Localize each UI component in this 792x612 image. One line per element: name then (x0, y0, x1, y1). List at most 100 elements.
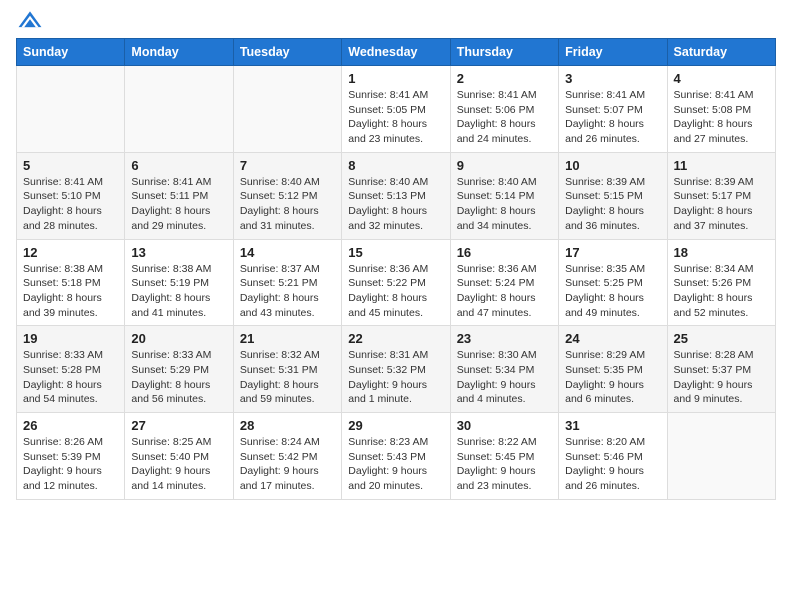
day-number: 6 (131, 158, 226, 173)
calendar-cell: 22 Sunrise: 8:31 AM Sunset: 5:32 PM Dayli… (342, 326, 450, 413)
day-number: 25 (674, 331, 769, 346)
day-info: Sunrise: 8:29 AM Sunset: 5:35 PM Dayligh… (565, 348, 660, 407)
calendar-week-row: 19Sunrise: 8:33 AM Sunset: 5:28 PM Dayli… (17, 326, 776, 413)
logo-icon (16, 10, 44, 30)
day-number: 11 (674, 158, 769, 173)
day-info: Sunrise: 8:38 AM Sunset: 5:18 PM Dayligh… (23, 262, 118, 321)
day-info: Sunrise: 8:32 AM Sunset: 5:31 PM Dayligh… (240, 348, 335, 407)
calendar-cell: 2 Sunrise: 8:41 AM Sunset: 5:06 PM Daylig… (450, 66, 558, 153)
calendar-cell: 3 Sunrise: 8:41 AM Sunset: 5:07 PM Daylig… (559, 66, 667, 153)
calendar-cell: 14 Sunrise: 8:37 AM Sunset: 5:21 PM Dayli… (233, 239, 341, 326)
day-info: Sunrise: 8:40 AM Sunset: 5:13 PM Dayligh… (348, 175, 443, 234)
day-number: 14 (240, 245, 335, 260)
calendar-cell: 25 Sunrise: 8:28 AM Sunset: 5:37 PM Dayli… (667, 326, 775, 413)
logo (16, 10, 48, 30)
day-info: Sunrise: 8:40 AM Sunset: 5:14 PM Dayligh… (457, 175, 552, 234)
day-of-week-header: Wednesday (342, 39, 450, 66)
day-number: 24 (565, 331, 660, 346)
calendar-cell: 7 Sunrise: 8:40 AM Sunset: 5:12 PM Daylig… (233, 152, 341, 239)
day-number: 2 (457, 71, 552, 86)
day-number: 5 (23, 158, 118, 173)
calendar-cell: 8Sunrise: 8:40 AM Sunset: 5:13 PM Daylig… (342, 152, 450, 239)
calendar-cell: 20Sunrise: 8:33 AM Sunset: 5:29 PM Dayli… (125, 326, 233, 413)
day-number: 23 (457, 331, 552, 346)
calendar: SundayMondayTuesdayWednesdayThursdayFrid… (16, 38, 776, 500)
day-number: 12 (23, 245, 118, 260)
day-number: 18 (674, 245, 769, 260)
day-number: 27 (131, 418, 226, 433)
calendar-week-row: 26Sunrise: 8:26 AM Sunset: 5:39 PM Dayli… (17, 413, 776, 500)
calendar-cell: 9Sunrise: 8:40 AM Sunset: 5:14 PM Daylig… (450, 152, 558, 239)
day-number: 10 (565, 158, 660, 173)
calendar-cell: 29 Sunrise: 8:23 AM Sunset: 5:43 PM Dayli… (342, 413, 450, 500)
calendar-cell: 24 Sunrise: 8:29 AM Sunset: 5:35 PM Dayli… (559, 326, 667, 413)
day-info: Sunrise: 8:37 AM Sunset: 5:21 PM Dayligh… (240, 262, 335, 321)
day-info: Sunrise: 8:20 AM Sunset: 5:46 PM Dayligh… (565, 435, 660, 494)
day-number: 19 (23, 331, 118, 346)
day-of-week-header: Thursday (450, 39, 558, 66)
day-number: 17 (565, 245, 660, 260)
day-info: Sunrise: 8:41 AM Sunset: 5:05 PM Dayligh… (348, 88, 443, 147)
page: SundayMondayTuesdayWednesdayThursdayFrid… (0, 0, 792, 516)
calendar-week-row: 1 Sunrise: 8:41 AM Sunset: 5:05 PM Daylig… (17, 66, 776, 153)
day-info: Sunrise: 8:25 AM Sunset: 5:40 PM Dayligh… (131, 435, 226, 494)
day-number: 22 (348, 331, 443, 346)
calendar-cell: 5Sunrise: 8:41 AM Sunset: 5:10 PM Daylig… (17, 152, 125, 239)
calendar-cell: 23 Sunrise: 8:30 AM Sunset: 5:34 PM Dayli… (450, 326, 558, 413)
calendar-cell: 27 Sunrise: 8:25 AM Sunset: 5:40 PM Dayli… (125, 413, 233, 500)
day-info: Sunrise: 8:39 AM Sunset: 5:15 PM Dayligh… (565, 175, 660, 234)
day-number: 13 (131, 245, 226, 260)
day-number: 31 (565, 418, 660, 433)
calendar-cell: 17 Sunrise: 8:35 AM Sunset: 5:25 PM Dayli… (559, 239, 667, 326)
day-info: Sunrise: 8:22 AM Sunset: 5:45 PM Dayligh… (457, 435, 552, 494)
day-info: Sunrise: 8:30 AM Sunset: 5:34 PM Dayligh… (457, 348, 552, 407)
calendar-cell (233, 66, 341, 153)
calendar-week-row: 5Sunrise: 8:41 AM Sunset: 5:10 PM Daylig… (17, 152, 776, 239)
day-of-week-header: Friday (559, 39, 667, 66)
day-number: 1 (348, 71, 443, 86)
calendar-cell: 13 Sunrise: 8:38 AM Sunset: 5:19 PM Dayli… (125, 239, 233, 326)
day-of-week-header: Tuesday (233, 39, 341, 66)
day-info: Sunrise: 8:39 AM Sunset: 5:17 PM Dayligh… (674, 175, 769, 234)
calendar-cell (17, 66, 125, 153)
day-info: Sunrise: 8:34 AM Sunset: 5:26 PM Dayligh… (674, 262, 769, 321)
calendar-cell: 26Sunrise: 8:26 AM Sunset: 5:39 PM Dayli… (17, 413, 125, 500)
day-number: 3 (565, 71, 660, 86)
day-info: Sunrise: 8:41 AM Sunset: 5:08 PM Dayligh… (674, 88, 769, 147)
day-info: Sunrise: 8:23 AM Sunset: 5:43 PM Dayligh… (348, 435, 443, 494)
day-number: 4 (674, 71, 769, 86)
day-info: Sunrise: 8:26 AM Sunset: 5:39 PM Dayligh… (23, 435, 118, 494)
calendar-cell: 6 Sunrise: 8:41 AM Sunset: 5:11 PM Daylig… (125, 152, 233, 239)
day-info: Sunrise: 8:38 AM Sunset: 5:19 PM Dayligh… (131, 262, 226, 321)
day-number: 29 (348, 418, 443, 433)
calendar-cell: 18 Sunrise: 8:34 AM Sunset: 5:26 PM Dayli… (667, 239, 775, 326)
calendar-week-row: 12 Sunrise: 8:38 AM Sunset: 5:18 PM Dayli… (17, 239, 776, 326)
day-info: Sunrise: 8:41 AM Sunset: 5:07 PM Dayligh… (565, 88, 660, 147)
calendar-cell (125, 66, 233, 153)
day-info: Sunrise: 8:41 AM Sunset: 5:06 PM Dayligh… (457, 88, 552, 147)
day-of-week-header: Monday (125, 39, 233, 66)
calendar-cell: 4 Sunrise: 8:41 AM Sunset: 5:08 PM Daylig… (667, 66, 775, 153)
calendar-header-row: SundayMondayTuesdayWednesdayThursdayFrid… (17, 39, 776, 66)
calendar-cell: 15Sunrise: 8:36 AM Sunset: 5:22 PM Dayli… (342, 239, 450, 326)
day-info: Sunrise: 8:33 AM Sunset: 5:29 PM Dayligh… (131, 348, 226, 407)
day-number: 15 (348, 245, 443, 260)
day-info: Sunrise: 8:24 AM Sunset: 5:42 PM Dayligh… (240, 435, 335, 494)
calendar-cell: 28Sunrise: 8:24 AM Sunset: 5:42 PM Dayli… (233, 413, 341, 500)
day-info: Sunrise: 8:35 AM Sunset: 5:25 PM Dayligh… (565, 262, 660, 321)
calendar-cell (667, 413, 775, 500)
header (16, 10, 776, 30)
day-number: 21 (240, 331, 335, 346)
day-info: Sunrise: 8:41 AM Sunset: 5:11 PM Dayligh… (131, 175, 226, 234)
day-info: Sunrise: 8:28 AM Sunset: 5:37 PM Dayligh… (674, 348, 769, 407)
calendar-cell: 10 Sunrise: 8:39 AM Sunset: 5:15 PM Dayli… (559, 152, 667, 239)
calendar-cell: 12 Sunrise: 8:38 AM Sunset: 5:18 PM Dayli… (17, 239, 125, 326)
calendar-cell: 31 Sunrise: 8:20 AM Sunset: 5:46 PM Dayli… (559, 413, 667, 500)
calendar-cell: 11 Sunrise: 8:39 AM Sunset: 5:17 PM Dayli… (667, 152, 775, 239)
day-info: Sunrise: 8:31 AM Sunset: 5:32 PM Dayligh… (348, 348, 443, 407)
day-number: 7 (240, 158, 335, 173)
day-of-week-header: Sunday (17, 39, 125, 66)
day-number: 16 (457, 245, 552, 260)
day-info: Sunrise: 8:40 AM Sunset: 5:12 PM Dayligh… (240, 175, 335, 234)
day-info: Sunrise: 8:36 AM Sunset: 5:24 PM Dayligh… (457, 262, 552, 321)
